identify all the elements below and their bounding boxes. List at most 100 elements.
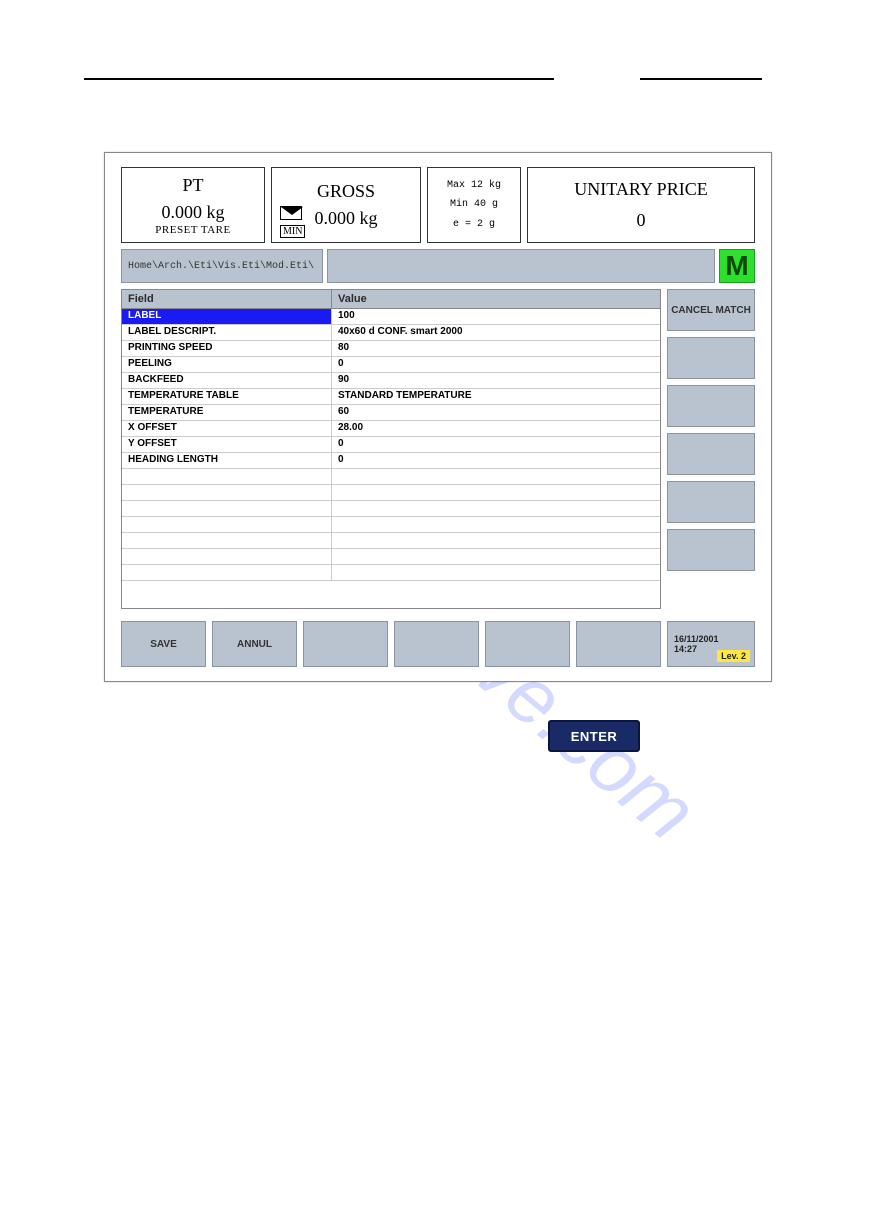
path-spacer	[327, 249, 715, 283]
side-btn-empty[interactable]	[667, 433, 755, 475]
table-row[interactable]: TEMPERATURE TABLESTANDARD TEMPERATURE	[122, 389, 660, 405]
cell-field: PEELING	[122, 357, 332, 372]
table-header: Field Value	[122, 290, 660, 309]
cell-field	[122, 565, 332, 580]
panel-gross: GROSS 0.000 kg MIN	[271, 167, 421, 243]
table-row[interactable]	[122, 565, 660, 581]
head-value: Value	[332, 290, 660, 308]
table-row[interactable]: LABEL100	[122, 309, 660, 325]
status-time: 14:27	[674, 644, 697, 654]
bottom-btn-empty[interactable]	[576, 621, 661, 667]
panel-unitary-price: UNITARY PRICE 0	[527, 167, 755, 243]
cell-field: PRINTING SPEED	[122, 341, 332, 356]
table-row[interactable]: PEELING0	[122, 357, 660, 373]
table-row[interactable]: LABEL DESCRIPT.40x60 d CONF. smart 2000	[122, 325, 660, 341]
panel-limits: Max 12 kg Min 40 g e = 2 g	[427, 167, 521, 243]
cell-field: TEMPERATURE	[122, 405, 332, 420]
enter-button[interactable]: ENTER	[548, 720, 640, 752]
min-indicator: MIN	[280, 225, 305, 238]
cell-field: LABEL	[122, 309, 332, 324]
table-row[interactable]	[122, 517, 660, 533]
bottom-btn-empty[interactable]	[394, 621, 479, 667]
table-row[interactable]: X OFFSET28.00	[122, 421, 660, 437]
side-btn-empty[interactable]	[667, 529, 755, 571]
gross-value: 0.000 kg	[315, 208, 378, 229]
cell-value: 0	[332, 437, 660, 452]
table-row[interactable]: HEADING LENGTH0	[122, 453, 660, 469]
table-body: LABEL100LABEL DESCRIPT.40x60 d CONF. sma…	[122, 309, 660, 608]
bottom-btn-empty[interactable]	[303, 621, 388, 667]
cell-value: 60	[332, 405, 660, 420]
field-value-table: Field Value LABEL100LABEL DESCRIPT.40x60…	[121, 289, 661, 609]
cell-value	[332, 485, 660, 500]
save-button[interactable]: SAVE	[121, 621, 206, 667]
breadcrumb-path: Home\Arch.\Eti\Vis.Eti\Mod.Eti\	[121, 249, 323, 283]
bottom-btn-empty[interactable]	[485, 621, 570, 667]
mode-m-button[interactable]: M	[719, 249, 755, 283]
side-btn-empty[interactable]	[667, 385, 755, 427]
bottom-row: SAVEANNUL 16/11/2001 14:27 Lev. 2	[121, 621, 755, 667]
cell-value: 100	[332, 309, 660, 324]
rule-right	[640, 78, 762, 80]
app-frame: PT 0.000 kg PRESET TARE GROSS 0.000 kg M…	[104, 152, 772, 682]
side-buttons: CANCEL MATCH	[667, 289, 755, 609]
table-row[interactable]: BACKFEED90	[122, 373, 660, 389]
cell-value: 28.00	[332, 421, 660, 436]
cell-field: LABEL DESCRIPT.	[122, 325, 332, 340]
cell-value: 0	[332, 453, 660, 468]
rule-left	[84, 78, 554, 80]
head-field: Field	[122, 290, 332, 308]
annul-button[interactable]: ANNUL	[212, 621, 297, 667]
status-date: 16/11/2001	[674, 634, 748, 644]
table-row[interactable]	[122, 485, 660, 501]
table-row[interactable]: Y OFFSET0	[122, 437, 660, 453]
pt-value: 0.000 kg	[162, 202, 225, 223]
side-btn-cancel-match[interactable]: CANCEL MATCH	[667, 289, 755, 331]
pt-sub: PRESET TARE	[155, 224, 230, 236]
mid-row: Field Value LABEL100LABEL DESCRIPT.40x60…	[121, 289, 755, 609]
cell-field	[122, 549, 332, 564]
cell-value: STANDARD TEMPERATURE	[332, 389, 660, 404]
uprice-title: UNITARY PRICE	[574, 179, 707, 200]
cell-value: 90	[332, 373, 660, 388]
level-badge: Lev. 2	[717, 650, 750, 662]
table-row[interactable]: TEMPERATURE60	[122, 405, 660, 421]
gross-title: GROSS	[317, 181, 375, 202]
cell-field: X OFFSET	[122, 421, 332, 436]
min-line: Min 40 g	[450, 199, 498, 210]
cell-field	[122, 485, 332, 500]
top-panels: PT 0.000 kg PRESET TARE GROSS 0.000 kg M…	[121, 167, 755, 243]
cell-field	[122, 469, 332, 484]
cell-value: 0	[332, 357, 660, 372]
table-row[interactable]	[122, 469, 660, 485]
envelope-icon	[280, 206, 302, 220]
table-row[interactable]	[122, 501, 660, 517]
cell-value: 40x60 d CONF. smart 2000	[332, 325, 660, 340]
cell-value	[332, 565, 660, 580]
cell-value	[332, 549, 660, 564]
side-btn-empty[interactable]	[667, 337, 755, 379]
path-row: Home\Arch.\Eti\Vis.Eti\Mod.Eti\ M	[121, 249, 755, 283]
cell-field	[122, 517, 332, 532]
cell-field: Y OFFSET	[122, 437, 332, 452]
table-row[interactable]: PRINTING SPEED80	[122, 341, 660, 357]
cell-field	[122, 533, 332, 548]
e-line: e = 2 g	[453, 219, 495, 230]
cell-value	[332, 517, 660, 532]
status-box: 16/11/2001 14:27 Lev. 2	[667, 621, 755, 667]
cell-field: BACKFEED	[122, 373, 332, 388]
pt-title: PT	[182, 175, 203, 196]
cell-value: 80	[332, 341, 660, 356]
panel-preset-tare: PT 0.000 kg PRESET TARE	[121, 167, 265, 243]
side-btn-empty[interactable]	[667, 481, 755, 523]
cell-field: HEADING LENGTH	[122, 453, 332, 468]
table-row[interactable]	[122, 549, 660, 565]
cell-value	[332, 469, 660, 484]
uprice-value: 0	[637, 210, 646, 231]
table-row[interactable]	[122, 533, 660, 549]
cell-value	[332, 533, 660, 548]
cell-value	[332, 501, 660, 516]
cell-field	[122, 501, 332, 516]
cell-field: TEMPERATURE TABLE	[122, 389, 332, 404]
max-line: Max 12 kg	[447, 180, 501, 191]
